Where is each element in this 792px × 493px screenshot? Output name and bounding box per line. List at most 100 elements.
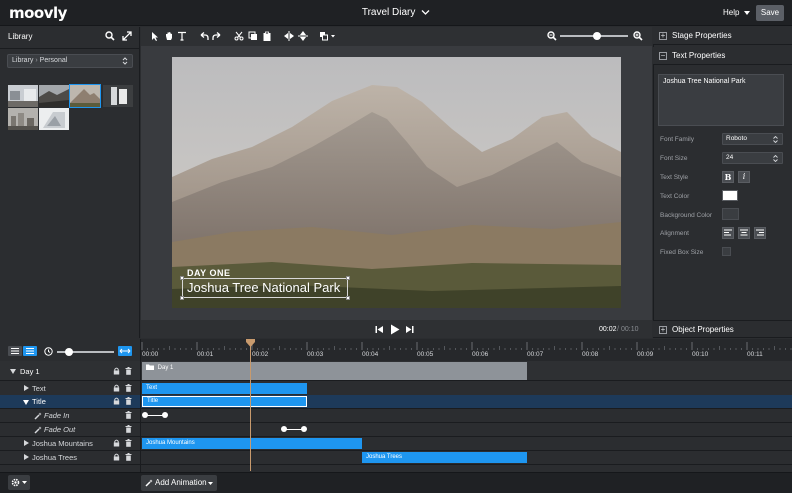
text-properties-label: Text Properties: [672, 51, 726, 60]
trash-icon[interactable]: [125, 439, 132, 447]
caret-down-icon: [743, 10, 750, 15]
breadcrumb-child: Personal: [39, 57, 68, 64]
library-thumbnail-car[interactable]: [103, 85, 133, 107]
lock-icon[interactable]: [113, 384, 120, 392]
arrange-icon[interactable]: [320, 31, 336, 41]
undo-icon[interactable]: [199, 31, 209, 41]
playhead-line[interactable]: [250, 341, 251, 471]
caret-down-icon[interactable]: [10, 369, 16, 374]
align-right-button[interactable]: [754, 227, 766, 239]
track-row-fade-out[interactable]: [0, 423, 792, 437]
select-pointer-icon[interactable]: [150, 31, 160, 41]
trash-icon[interactable]: [125, 397, 132, 405]
detail-view-toggle[interactable]: [23, 346, 37, 356]
font-size-select[interactable]: 24: [722, 152, 783, 164]
trash-icon[interactable]: [125, 453, 132, 461]
redo-icon[interactable]: [212, 31, 222, 41]
caret-down-icon[interactable]: [23, 400, 29, 405]
zoom-in-icon[interactable]: [633, 31, 643, 41]
breadcrumb-root: Library: [12, 57, 34, 64]
trash-icon[interactable]: [125, 425, 132, 433]
play-icon[interactable]: [390, 324, 400, 335]
library-thumbnail-interior[interactable]: [8, 85, 38, 107]
text-content-textarea[interactable]: Joshua Tree National Park: [658, 74, 784, 126]
library-thumbnail-landscape[interactable]: [39, 85, 69, 107]
text-color-swatch[interactable]: [722, 190, 738, 201]
resize-handle-top-right[interactable]: [346, 276, 350, 280]
paste-icon[interactable]: [262, 31, 272, 41]
library-thumbnail-window[interactable]: [39, 108, 69, 130]
fade-in-keyframe-end[interactable]: [162, 412, 168, 418]
trash-icon[interactable]: [125, 384, 132, 392]
text-color-label: Text Color: [660, 193, 690, 200]
align-left-button[interactable]: [722, 227, 734, 239]
text-tool-icon[interactable]: [177, 31, 187, 41]
hand-icon[interactable]: [164, 31, 174, 41]
cut-icon[interactable]: [234, 31, 244, 41]
object-properties-header[interactable]: Object Properties: [653, 320, 792, 338]
fixed-box-size-checkbox[interactable]: [722, 247, 731, 256]
fade-in-keyframe-start[interactable]: [142, 412, 148, 418]
track-name-joshua-mountains: Joshua Mountains: [32, 439, 93, 448]
save-button[interactable]: Save: [756, 5, 784, 21]
font-family-select[interactable]: Roboto: [722, 133, 783, 145]
title-selection-box[interactable]: [182, 278, 348, 298]
track-name-fade-out: Fade Out: [44, 425, 76, 434]
timeline-settings-button[interactable]: [8, 475, 30, 490]
search-icon[interactable]: [105, 31, 115, 41]
chevron-down-icon: [421, 9, 430, 15]
resize-handle-bottom-left[interactable]: [180, 296, 184, 300]
timeline-bar-joshua-mountains[interactable]: Joshua Mountains: [142, 438, 362, 449]
caret-right-icon[interactable]: [24, 454, 29, 460]
trash-icon[interactable]: [125, 411, 132, 419]
resize-handle-bottom-right[interactable]: [346, 296, 350, 300]
track-row-fade-in[interactable]: [0, 409, 792, 423]
font-family-label: Font Family: [660, 136, 694, 143]
timeline-zoom-handle[interactable]: [65, 348, 73, 356]
background-color-label: Background Color: [660, 212, 713, 219]
text-properties-header[interactable]: Text Properties: [653, 47, 792, 65]
resize-handle-top-left[interactable]: [180, 276, 184, 280]
skip-forward-icon[interactable]: [405, 325, 414, 334]
fade-out-keyframe-end[interactable]: [301, 426, 307, 432]
fit-timeline-button[interactable]: [118, 346, 132, 356]
lock-icon[interactable]: [113, 453, 120, 461]
magic-wand-icon: [34, 426, 42, 434]
caret-right-icon[interactable]: [24, 385, 29, 391]
add-animation-button[interactable]: Add Animation: [141, 475, 217, 491]
skip-back-icon[interactable]: [375, 325, 384, 334]
fit-width-icon: [119, 348, 131, 354]
overlay-subtitle[interactable]: DAY ONE: [187, 268, 231, 278]
stage-properties-header[interactable]: Stage Properties: [653, 27, 792, 45]
list-view-toggle[interactable]: [8, 346, 22, 356]
zoom-out-icon[interactable]: [547, 31, 557, 41]
library-thumbnail-city[interactable]: [8, 108, 38, 130]
copy-icon[interactable]: [248, 31, 258, 41]
lock-icon[interactable]: [113, 439, 120, 447]
project-title[interactable]: Travel Diary: [0, 7, 792, 18]
timeline-bar-day1[interactable]: Day 1: [142, 362, 527, 380]
timeline-bar-text[interactable]: Text: [142, 383, 307, 394]
bold-toggle[interactable]: B: [722, 171, 734, 183]
flip-vertical-icon[interactable]: [298, 31, 308, 41]
library-thumbnail-mountain-selected[interactable]: [69, 84, 101, 108]
lock-icon[interactable]: [113, 397, 120, 405]
library-folder-select[interactable]: Library › Personal: [7, 54, 133, 68]
trash-icon[interactable]: [125, 367, 132, 375]
background-color-swatch[interactable]: [722, 208, 739, 220]
ruler-tick-label: 00:04: [362, 351, 379, 358]
font-size-value: 24: [726, 154, 734, 161]
lock-icon[interactable]: [113, 367, 120, 375]
library-panel: [0, 27, 140, 338]
stage-canvas-image[interactable]: [172, 57, 621, 308]
caret-right-icon[interactable]: [24, 440, 29, 446]
expand-icon[interactable]: [122, 31, 132, 41]
fade-out-keyframe-start[interactable]: [281, 426, 287, 432]
timeline-bar-joshua-trees[interactable]: Joshua Trees: [362, 452, 527, 463]
italic-toggle[interactable]: i: [738, 171, 750, 183]
help-menu[interactable]: Help: [723, 8, 750, 17]
playhead-handle[interactable]: [246, 339, 255, 347]
flip-horizontal-icon[interactable]: [284, 31, 294, 41]
timeline-bar-title[interactable]: Title: [142, 396, 307, 407]
align-center-button[interactable]: [738, 227, 750, 239]
